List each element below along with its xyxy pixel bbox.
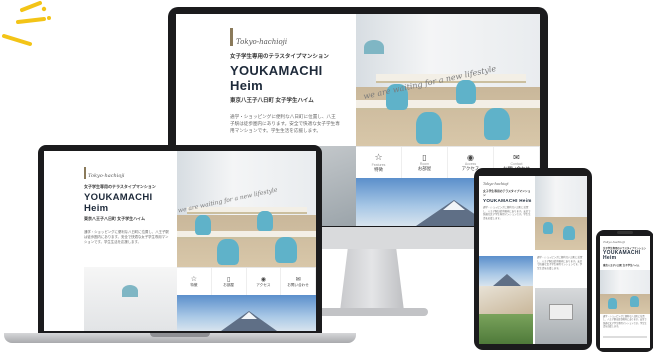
nav-item-room[interactable]: ▯ お部屋 [212,268,247,295]
interior-thumb [84,267,177,331]
laptop-screen: Tokyo-hachioji 女子学生専用のテラスタイプマンション YOUKAM… [44,151,316,331]
hero-photo [600,270,650,314]
tower-icon [230,28,233,46]
hero-text-block: Tokyo-hachioji 女子学生専用のテラスタイプマンション YOUKAM… [230,28,356,135]
ray-dot [41,6,47,12]
hero-photo: we are waiting for a new lifestyle [177,151,316,267]
site-address: 東京八王子八日町 女子学生ハイム [603,263,640,267]
logo-text: Tokyo-hachioji [236,38,288,46]
nav-item-features[interactable]: ☆ 特徴 [177,268,212,295]
lamp-shape [122,285,138,297]
monitor-stand [340,249,404,311]
phone-speaker [617,231,633,234]
side-text: 通学・ショッピングに便利な八日町に位置し、八王子駅は徒歩圏内にあります。安全で快… [537,256,583,270]
nav-label: 特徴 [190,283,198,287]
phone-description: 通学・ショッピングに便利な八日町に位置し、八王子駅は徒歩圏内にあります。安全で快… [603,316,647,329]
laptop-notch [150,333,210,337]
nav-label: お部屋 [417,166,432,171]
site-description: 通学・ショッピングに便利な八日町に位置し、八王子駅は徒歩圏内にあります。安全で快… [537,256,583,270]
phone-screen: Tokyo-hachioji 女子学生専用のテラスタイプマンション YOUKAM… [600,236,650,348]
mountain-photo [479,256,533,286]
door-icon: ▯ [422,153,427,162]
devices-mockup: Tokyo-hachioji 女子学生専用のテラスタイプマンション YOUKAM… [0,0,653,352]
mail-icon: ✉ [295,276,301,283]
sunburst-decoration [2,1,51,46]
divider [603,336,647,338]
logo-text: Tokyo-hachioji [483,182,509,186]
tagline: 女子学生専用のテラスタイプマンション [483,189,531,197]
site-description: 通学・ショッピングに便利な八日町に位置し、八王子駅は徒歩圏内にあります。安全で快… [483,206,531,220]
site-description: 通学・ショッピングに便利な八日町に位置し、八王子駅は徒歩圏内にあります。安全で快… [84,230,169,245]
site-description: 通学・ショッピングに便利な八日町に位置し、八王子駅は徒歩圏内にあります。安全で快… [230,114,340,133]
star-icon: ☆ [374,152,383,162]
sign-shape [549,304,573,320]
ray-line [16,17,46,24]
ray-line [20,1,42,12]
door-icon: ▯ [226,276,231,283]
nav-item-contact[interactable]: ✉ お問い合わせ [281,268,316,295]
nav-bar: ☆ 特徴 ▯ お部屋 ◉ アクセス ✉ お問い合わせ [177,267,316,295]
nav-item-room[interactable]: ▯ Room お部屋 [402,147,448,178]
logo-text: Tokyo-hachioji [88,173,125,179]
monitor-base [316,308,428,316]
pin-icon: ◉ [260,276,266,283]
hero-text-block: Tokyo-hachioji 女子学生専用のテラスタイプマンション YOUKAM… [603,240,647,267]
hero-photo [535,176,587,250]
interior-thumb [479,286,533,314]
garden-thumb [479,314,533,344]
building-thumb [535,288,587,344]
nav-label: 特徴 [374,167,383,172]
hero-photo: we are waiting for a new lifestyle [356,14,540,146]
site-title: YOUKAMACHI Heim [230,63,323,93]
nav-label: アクセス [256,282,271,287]
site-title: YOUKAMACHI Heim [84,192,153,214]
hero-text-block: Tokyo-hachioji 女子学生専用のテラスタイプマンション YOUKAM… [483,182,533,220]
hero-text-block: Tokyo-hachioji 女子学生専用のテラスタイプマンション YOUKAM… [84,167,176,245]
tower-icon [84,167,86,179]
site-address: 東京八王子八日町 女子学生ハイム [230,98,314,104]
mail-icon: ✉ [513,153,520,162]
site-description: 通学・ショッピングに便利な八日町に位置し、八王子駅は徒歩圏内にあります。安全で快… [603,316,647,328]
pin-icon: ◉ [467,153,474,162]
tablet-screen: Tokyo-hachioji 女子学生専用のテラスタイプマンション YOUKAM… [479,176,587,344]
site-title: YOUKAMACHI Heim [603,250,641,262]
tagline: 女子学生専用のテラスタイプマンション [230,54,329,60]
star-icon: ☆ [190,276,198,283]
tagline: 女子学生専用のテラスタイプマンション [84,184,156,189]
nav-label: お問い合わせ [287,282,309,287]
nav-item-access[interactable]: ◉ アクセス [247,268,282,295]
mountain-photo [177,295,316,331]
ray-line [2,34,32,46]
site-address: 東京八王子八日町 女子学生ハイム [84,216,145,221]
nav-label: お部屋 [223,282,235,287]
logo-text: Tokyo-hachioji [603,240,625,244]
nav-item-features[interactable]: ☆ Features 特徴 [356,147,402,178]
site-title: YOUKAMACHI Heim [483,198,532,203]
ray-dot [47,16,51,20]
